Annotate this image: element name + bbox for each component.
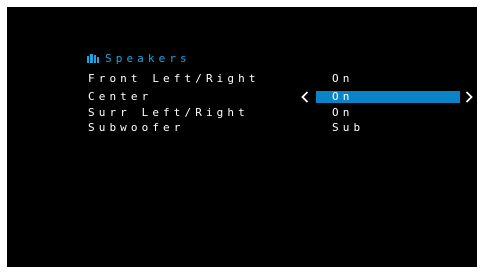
osd-screen: Speakers Front Left/Right On Center On S… [7,7,477,267]
row-value: On [332,106,354,119]
menu-row-subwoofer[interactable]: Subwoofer Sub [7,122,477,134]
menu-row-surr-left-right[interactable]: Surr Left/Right On [7,107,477,119]
row-label: Surr Left/Right [88,106,249,119]
speaker-icon [87,54,99,63]
row-value: On [332,90,354,103]
row-value: Sub [332,121,365,134]
row-value: On [332,72,354,85]
selected-value-highlight[interactable]: On [316,91,460,103]
chevron-right-icon[interactable] [465,91,473,103]
menu-header: Speakers [87,53,191,65]
chevron-left-icon[interactable] [301,91,309,103]
row-label: Subwoofer [88,121,185,134]
row-label: Center [88,90,153,103]
row-label: Front Left/Right [88,72,260,85]
menu-row-center[interactable]: Center On [7,91,477,103]
menu-title: Speakers [105,52,191,65]
menu-row-front-left-right[interactable]: Front Left/Right On [7,73,477,85]
